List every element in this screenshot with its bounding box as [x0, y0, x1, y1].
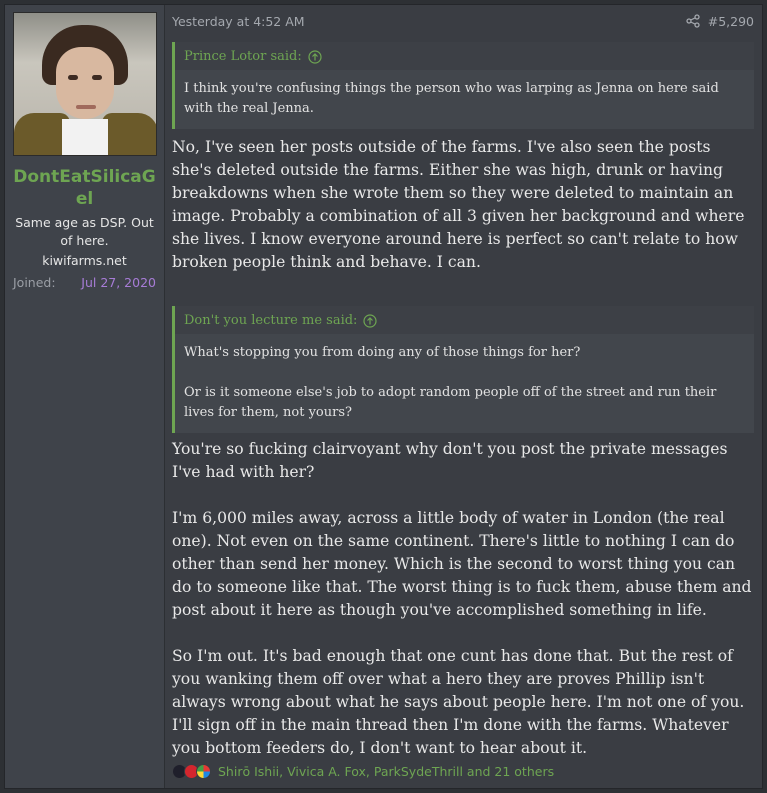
quote-body: I think you're confusing things the pers…: [175, 70, 754, 129]
quote-header[interactable]: Prince Lotor said:: [175, 42, 754, 70]
reaction-icons: [172, 764, 211, 779]
arrow-up-circle-icon[interactable]: [363, 313, 378, 328]
arrow-up-circle-icon[interactable]: [308, 49, 322, 64]
quote-author[interactable]: Don't you lecture me said:: [184, 313, 357, 328]
post-number[interactable]: #5,290: [708, 14, 754, 29]
post-main: Yesterday at 4:52 AM #5,290 Prince Lotor…: [165, 5, 762, 788]
quote-block-1: Prince Lotor said: I think you're confus…: [172, 42, 754, 129]
quote-header[interactable]: Don't you lecture me said:: [175, 306, 754, 334]
forum-post: DontEatSilicaGel Same age as DSP. Out of…: [4, 4, 763, 789]
quote-author[interactable]: Prince Lotor said:: [184, 49, 302, 64]
joined-date: Jul 27, 2020: [81, 275, 156, 290]
post-body-2: You're so fucking clairvoyant why don't …: [172, 438, 754, 760]
post-timestamp[interactable]: Yesterday at 4:52 AM: [172, 14, 305, 29]
reply-paragraph: I'm 6,000 miles away, across a little bo…: [172, 509, 752, 619]
username[interactable]: DontEatSilicaGel: [11, 166, 158, 210]
joined-label: Joined:: [13, 275, 56, 290]
reply-paragraph: No, I've seen her posts outside of the f…: [172, 138, 745, 271]
reactions-bar[interactable]: Shirō Ishii, Vivica A. Fox, ParkSydeThri…: [172, 764, 554, 779]
quote-text: What's stopping you from doing any of th…: [184, 345, 581, 360]
puzzle-icon: [196, 764, 211, 779]
reply-paragraph: You're so fucking clairvoyant why don't …: [172, 440, 728, 481]
post-body-1: No, I've seen her posts outside of the f…: [172, 136, 754, 274]
joined-row: Joined: Jul 27, 2020: [11, 274, 158, 292]
reactions-list[interactable]: Shirō Ishii, Vivica A. Fox, ParkSydeThri…: [218, 764, 554, 779]
avatar[interactable]: [12, 12, 157, 156]
quote-text: Or is it someone else's job to adopt ran…: [184, 385, 717, 420]
quote-text: I think you're confusing things the pers…: [184, 81, 719, 116]
user-site: kiwifarms.net: [42, 253, 127, 268]
reply-paragraph: So I'm out. It's bad enough that one cun…: [172, 647, 745, 757]
share-icon[interactable]: [686, 14, 700, 28]
user-panel: DontEatSilicaGel Same age as DSP. Out of…: [5, 5, 165, 788]
quote-body: What's stopping you from doing any of th…: [175, 334, 754, 433]
post-meta: Yesterday at 4:52 AM #5,290: [172, 5, 754, 37]
user-title: Same age as DSP. Out of here.: [15, 215, 154, 248]
quote-block-2: Don't you lecture me said: What's stoppi…: [172, 306, 754, 433]
